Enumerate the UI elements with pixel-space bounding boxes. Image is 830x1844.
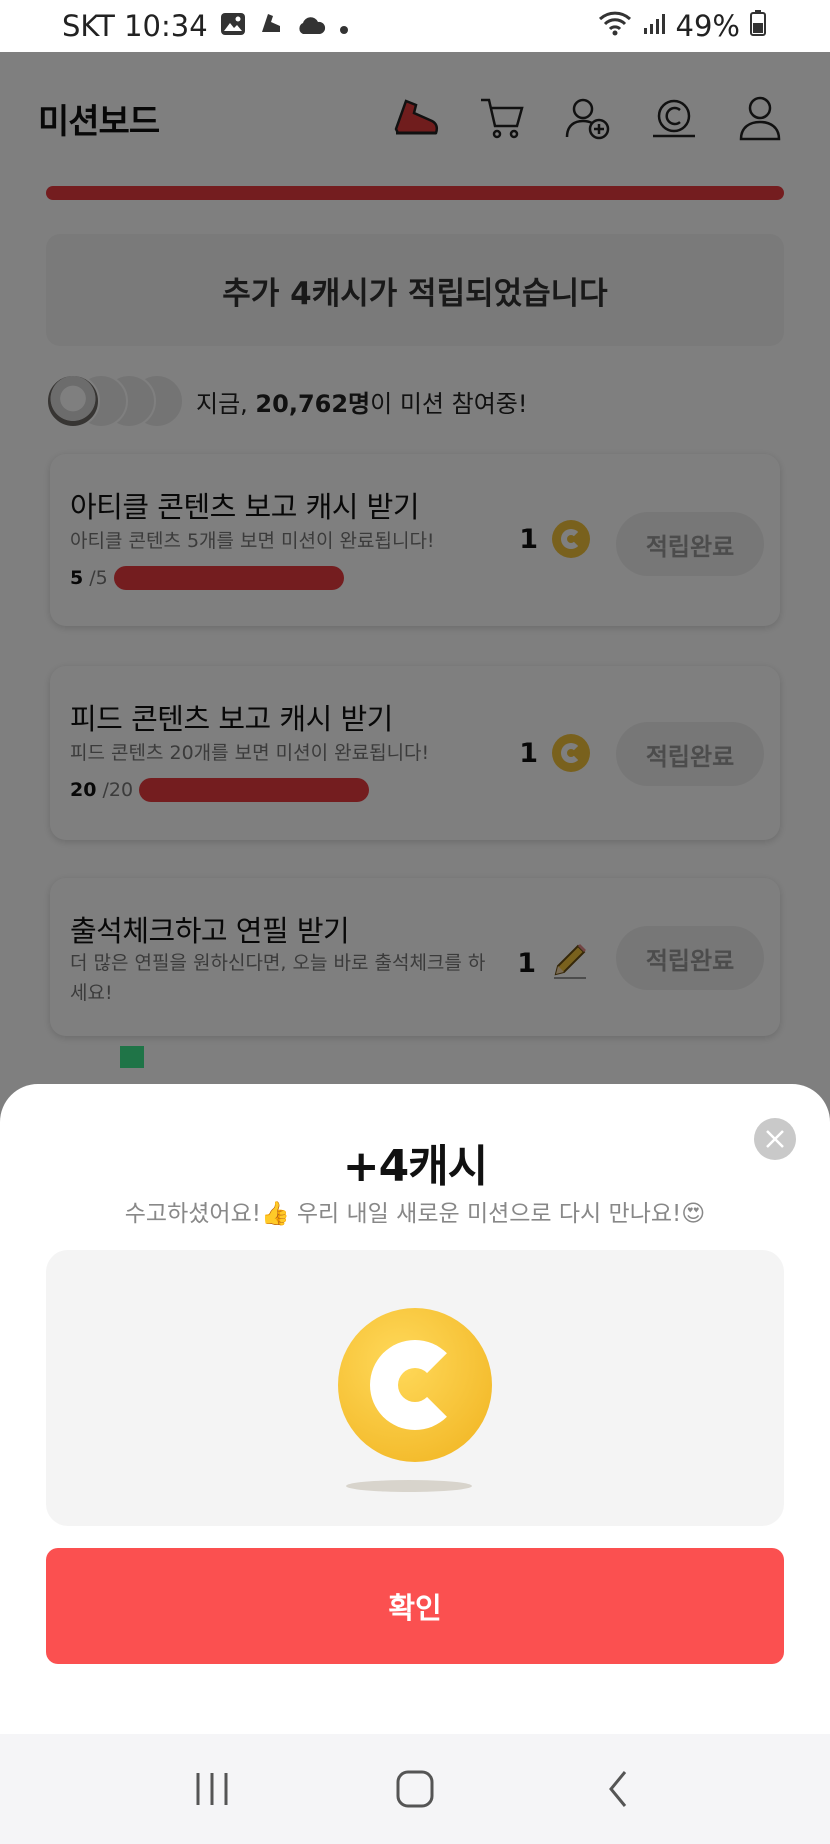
coin-shadow xyxy=(346,1480,472,1492)
gallery-icon xyxy=(220,9,246,43)
dot-icon xyxy=(338,9,350,43)
battery-percent: 49% xyxy=(675,9,740,43)
carrier-time: SKT 10:34 xyxy=(62,9,208,43)
recent-apps-button[interactable] xyxy=(182,1759,242,1819)
confirm-button[interactable]: 확인 xyxy=(46,1548,784,1664)
status-bar: SKT 10:34 49% xyxy=(0,0,830,52)
reward-illustration xyxy=(46,1250,784,1526)
reward-title: +4캐시 xyxy=(342,1141,488,1192)
battery-icon xyxy=(750,9,766,43)
recent-apps-icon xyxy=(196,1773,228,1805)
shoe-notification-icon xyxy=(258,9,284,43)
reward-bottom-sheet: +4캐시 수고하셨어요!👍 우리 내일 새로운 미션으로 다시 만나요!😍 확인 xyxy=(0,1084,830,1734)
home-button[interactable] xyxy=(385,1759,445,1819)
signal-icon xyxy=(642,9,666,43)
wifi-icon xyxy=(598,9,632,43)
back-button[interactable] xyxy=(588,1759,648,1819)
cloud-icon xyxy=(296,9,326,43)
system-nav-bar xyxy=(0,1734,830,1844)
home-icon xyxy=(396,1770,434,1808)
cash-coin-icon xyxy=(338,1308,492,1462)
reward-subtitle: 수고하셨어요!👍 우리 내일 새로운 미션으로 다시 만나요!😍 xyxy=(124,1201,706,1227)
back-icon xyxy=(609,1771,627,1807)
